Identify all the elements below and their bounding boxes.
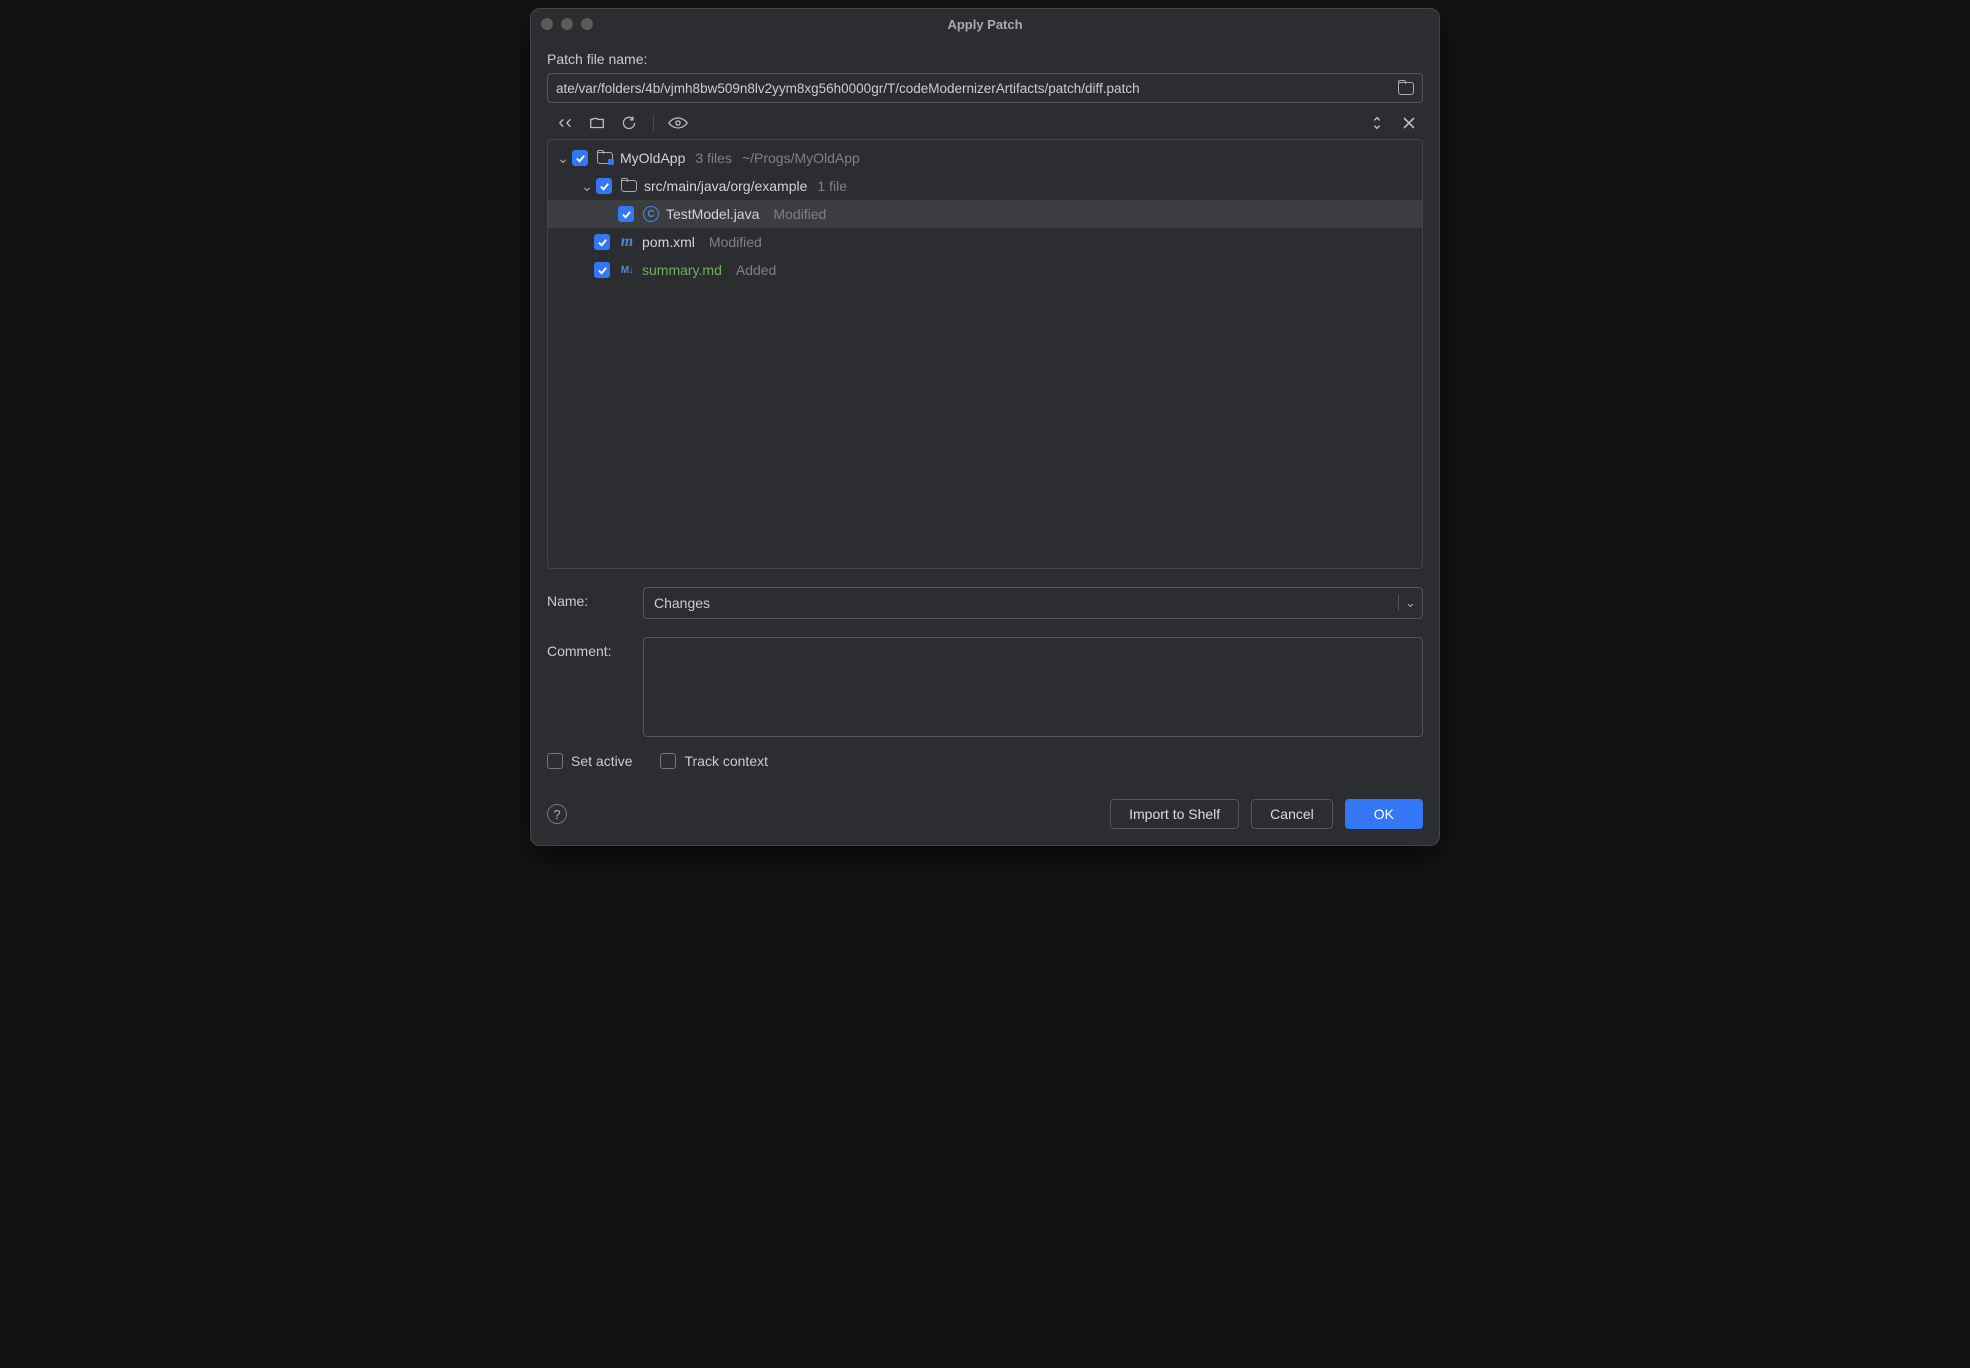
name-label: Name: — [547, 587, 627, 609]
set-active-label: Set active — [571, 753, 632, 769]
collapse-all-icon[interactable] — [1399, 113, 1419, 133]
refresh-icon[interactable] — [619, 113, 639, 133]
checkbox-icon — [660, 753, 676, 769]
patch-file-label: Patch file name: — [547, 51, 1423, 67]
comment-label: Comment: — [547, 637, 627, 659]
changelist-name-combo[interactable]: ⌄ — [643, 587, 1423, 619]
changelist-name-input[interactable] — [644, 595, 1398, 611]
checkbox[interactable] — [596, 178, 612, 194]
revert-icon[interactable] — [555, 113, 575, 133]
set-active-checkbox[interactable]: Set active — [547, 753, 632, 769]
file-count: 1 file — [817, 178, 847, 194]
file-name: TestModel.java — [666, 206, 759, 222]
file-count: 3 files — [695, 150, 732, 166]
track-context-checkbox[interactable]: Track context — [660, 753, 768, 769]
tree-file-node[interactable]: m pom.xml Modified — [548, 228, 1422, 256]
expand-collapse-icon[interactable] — [1367, 113, 1387, 133]
checkbox[interactable] — [594, 262, 610, 278]
node-name: src/main/java/org/example — [644, 178, 807, 194]
file-status: Added — [736, 262, 776, 278]
window-controls — [541, 18, 593, 30]
file-status: Modified — [773, 206, 826, 222]
tree-root-node[interactable]: ⌄ MyOldApp 3 files ~/Progs/MyOldApp — [548, 144, 1422, 172]
patch-file-input[interactable] — [556, 81, 1392, 96]
maven-icon: m — [618, 233, 636, 251]
folder-icon — [620, 180, 638, 192]
file-name: summary.md — [642, 262, 722, 278]
dialog-footer: ? Import to Shelf Cancel OK — [531, 785, 1439, 845]
node-name: MyOldApp — [620, 150, 685, 166]
node-path: ~/Progs/MyOldApp — [742, 150, 860, 166]
checkbox[interactable] — [572, 150, 588, 166]
minimize-window-icon[interactable] — [561, 18, 573, 30]
checkbox[interactable] — [618, 206, 634, 222]
tree-package-node[interactable]: ⌄ src/main/java/org/example 1 file — [548, 172, 1422, 200]
titlebar: Apply Patch — [531, 9, 1439, 39]
comment-textarea[interactable] — [643, 637, 1423, 737]
chevron-down-icon[interactable]: ⌄ — [580, 178, 594, 195]
module-icon — [596, 152, 614, 164]
tree-file-node[interactable]: M↓ summary.md Added — [548, 256, 1422, 284]
close-window-icon[interactable] — [541, 18, 553, 30]
patch-file-field[interactable] — [547, 73, 1423, 103]
maximize-window-icon[interactable] — [581, 18, 593, 30]
tree-file-node[interactable]: C TestModel.java Modified — [548, 200, 1422, 228]
java-class-icon: C — [642, 206, 660, 222]
ok-button[interactable]: OK — [1345, 799, 1423, 829]
browse-folder-icon[interactable] — [1398, 82, 1414, 95]
file-status: Modified — [709, 234, 762, 250]
chevron-down-icon[interactable]: ⌄ — [1398, 595, 1422, 611]
checkbox-icon — [547, 753, 563, 769]
import-to-shelf-button[interactable]: Import to Shelf — [1110, 799, 1239, 829]
preview-icon[interactable] — [668, 113, 688, 133]
help-icon[interactable]: ? — [547, 804, 567, 824]
dialog-title: Apply Patch — [531, 17, 1439, 32]
group-by-icon[interactable] — [587, 113, 607, 133]
changes-tree: ⌄ MyOldApp 3 files ~/Progs/MyOldApp ⌄ sr… — [547, 139, 1423, 569]
track-context-label: Track context — [684, 753, 768, 769]
file-name: pom.xml — [642, 234, 695, 250]
apply-patch-dialog: Apply Patch Patch file name: — [530, 8, 1440, 846]
toolbar-separator — [653, 114, 654, 132]
chevron-down-icon[interactable]: ⌄ — [556, 150, 570, 167]
cancel-button[interactable]: Cancel — [1251, 799, 1333, 829]
markdown-icon: M↓ — [618, 265, 636, 276]
checkbox[interactable] — [594, 234, 610, 250]
tree-toolbar — [547, 103, 1423, 139]
